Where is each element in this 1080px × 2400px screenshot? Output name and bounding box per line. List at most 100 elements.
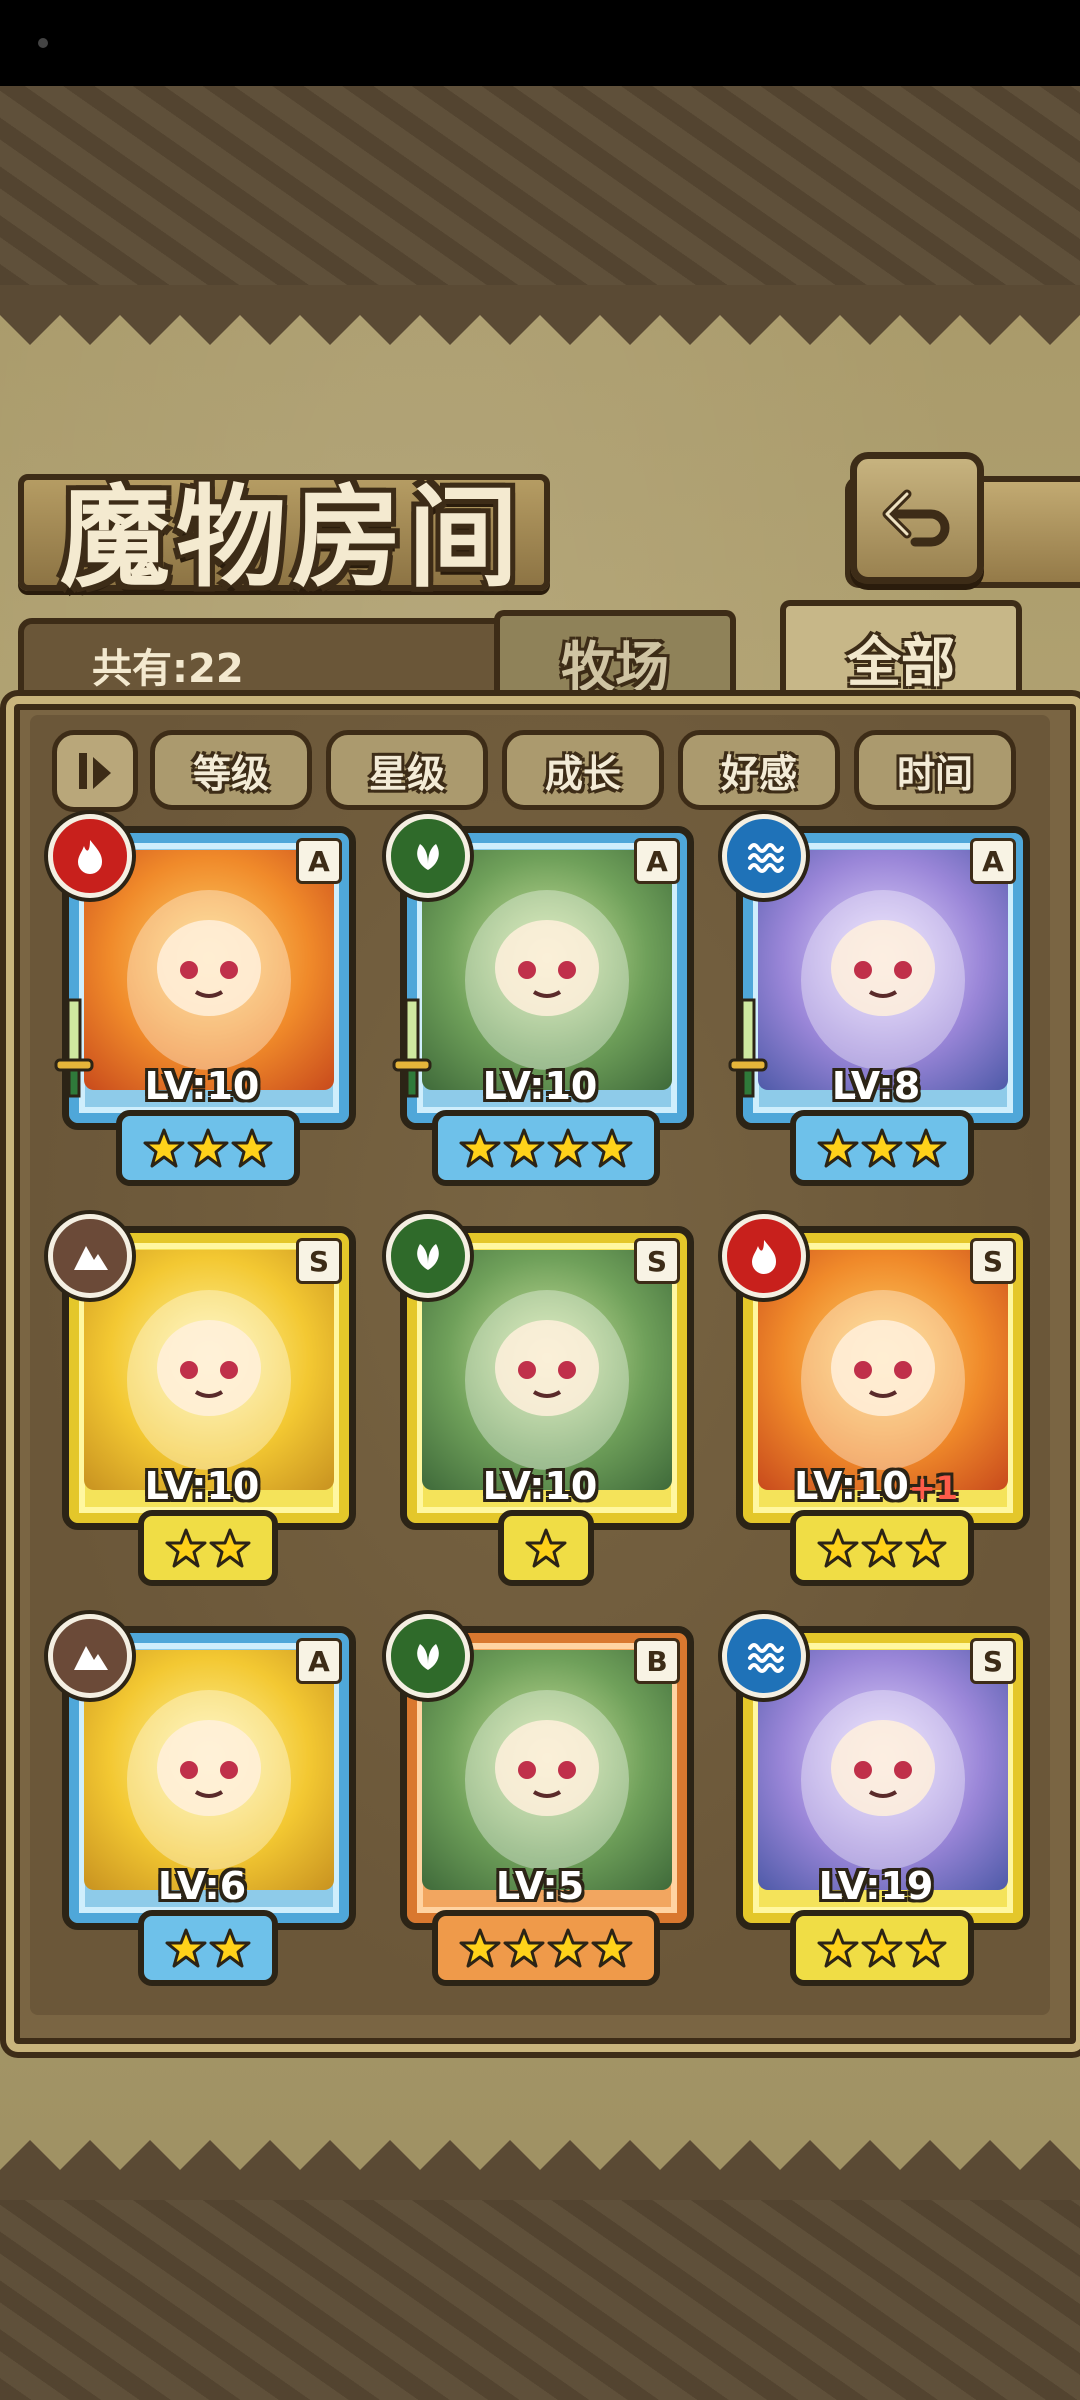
status-indicator-dot [38,38,48,48]
star-icon [861,1127,903,1169]
monster-count-label: 共有:22 [92,646,244,692]
monster-star-rating [790,1510,974,1586]
fire-element-icon [752,1240,776,1274]
water-element-icon [748,1643,784,1673]
monster-level-label: LV:10 [62,1064,342,1108]
monster-portrait [422,1650,672,1890]
parchment-zigzag-edge-top [0,285,1080,345]
monster-card[interactable]: A LV:8 [722,814,1030,1186]
monster-level-label: LV:10 [400,1064,680,1108]
earth-element-icon [74,1646,108,1670]
star-icon [905,1527,947,1569]
monster-level-value: LV:5 [495,1864,585,1908]
tab-ranch[interactable]: 牧场 [494,610,736,708]
parchment-zigzag-edge-bottom [0,2140,1080,2200]
star-icon [591,1127,633,1169]
monster-element-badge [48,814,132,898]
star-icon [459,1127,501,1169]
monster-portrait [758,1250,1008,1490]
monster-card[interactable]: A LV:10 [386,814,694,1186]
monster-star-rating [790,1910,974,1986]
monster-card[interactable]: B LV:5 [386,1614,694,1986]
sort-by-level-button[interactable]: 等级 [150,730,312,810]
monster-rank-badge: A [296,838,342,884]
monster-level-label: LV:8 [736,1064,1016,1108]
monster-portrait [422,850,672,1090]
monster-card[interactable]: A LV:10 [48,814,356,1186]
star-icon [209,1527,251,1569]
star-icon [861,1527,903,1569]
monster-card[interactable]: S LV:10 [48,1214,356,1586]
monster-star-rating [432,1910,660,1986]
monster-card[interactable]: A LV:6 [48,1614,356,1986]
star-icon [905,1127,947,1169]
monster-rank-badge: S [296,1238,342,1284]
monster-level-value: LV:10 [144,1064,260,1108]
star-icon [143,1127,185,1169]
monster-rank-badge: A [970,838,1016,884]
monster-portrait-art [127,1290,291,1470]
star-icon [231,1127,273,1169]
monster-level-value: LV:10 [144,1464,260,1508]
monster-portrait [422,1250,672,1490]
monster-level-value: LV:10 [794,1464,909,1508]
sort-by-stars-button[interactable]: 星级 [326,730,488,810]
sort-by-growth-button[interactable]: 成长 [502,730,664,810]
monster-portrait [758,1650,1008,1890]
monster-rank-badge: A [296,1638,342,1684]
monster-portrait-art [801,1690,965,1870]
monster-element-badge [386,1614,470,1698]
star-icon [525,1527,567,1569]
monster-card[interactable]: S LV:10+1 [722,1214,1030,1586]
page-title: 魔物房间 [60,474,524,602]
star-icon [547,1127,589,1169]
star-icon [459,1927,501,1969]
monster-rank-badge: B [634,1638,680,1684]
monster-level-value: LV:10 [482,1464,598,1508]
back-arrow-icon [882,489,950,547]
monster-star-rating [790,1110,974,1186]
monster-level-value: LV:6 [157,1864,247,1908]
star-icon [591,1927,633,1969]
monster-card[interactable]: S LV:10 [386,1214,694,1586]
sort-by-affection-button[interactable]: 好感 [678,730,840,810]
sort-by-time-button[interactable]: 时间 [854,730,1016,810]
monster-portrait-art [801,890,965,1070]
background-map-bottom [0,2200,1080,2400]
monster-rank-badge: S [970,1638,1016,1684]
monster-star-rating [138,1510,278,1586]
monster-portrait-art [127,1690,291,1870]
monster-star-rating [432,1110,660,1186]
tab-all[interactable]: 全部 [780,600,1022,708]
monster-portrait [84,1250,334,1490]
monster-portrait [758,850,1008,1090]
background-map-top [0,86,1080,286]
monster-level-label: LV:10 [62,1464,342,1508]
star-icon [547,1927,589,1969]
monster-rank-badge: S [970,1238,1016,1284]
monster-level-label: LV:10+1 [736,1464,1016,1508]
monster-element-badge [722,814,806,898]
star-icon [905,1927,947,1969]
star-icon [503,1927,545,1969]
monster-rank-badge: S [634,1238,680,1284]
back-button[interactable] [850,452,984,584]
monster-element-badge [722,1614,806,1698]
star-icon [817,1527,859,1569]
monster-star-rating [498,1510,594,1586]
monster-element-badge [722,1214,806,1298]
monster-level-label: LV:6 [62,1864,342,1908]
monster-level-value: LV:8 [831,1064,921,1108]
monster-level-label: LV:10 [400,1464,680,1508]
star-icon [861,1927,903,1969]
status-bar [0,0,1080,86]
monster-card[interactable]: S LV:19 [722,1614,1030,1986]
sort-toggle-icon [79,753,111,789]
star-icon [209,1927,251,1969]
monster-star-rating [138,1910,278,1986]
monster-portrait [84,850,334,1090]
monster-portrait [84,1650,334,1890]
monster-level-bonus: +1 [908,1469,958,1507]
sort-order-toggle[interactable] [52,730,138,812]
grass-element-icon [417,844,439,870]
